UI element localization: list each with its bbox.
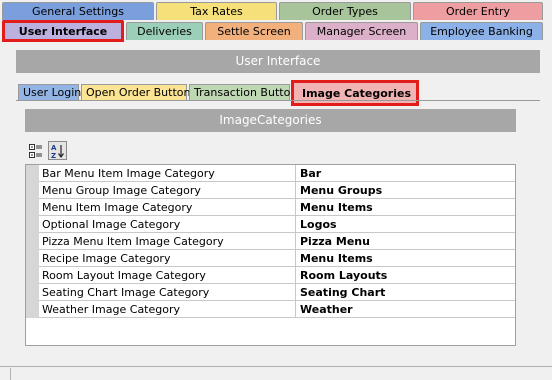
property-row[interactable]: Optional Image Category Logos [26,216,515,233]
page-title: User Interface [16,50,540,73]
property-row[interactable]: Pizza Menu Item Image Category Pizza Menu [26,233,515,250]
property-value[interactable]: Menu Items [297,199,515,216]
property-row[interactable]: Seating Chart Image Category Seating Char… [26,284,515,301]
tab-tax-rates[interactable]: Tax Rates [156,2,277,20]
property-name: Seating Chart Image Category [40,284,296,301]
row-margin [26,182,39,199]
row-margin [26,216,39,233]
property-name: Recipe Image Category [40,250,296,267]
svg-text:Z: Z [51,152,56,159]
tab-order-entry[interactable]: Order Entry [413,2,543,20]
tab-general-settings[interactable]: General Settings [2,2,154,20]
svg-text:A: A [51,144,57,152]
property-value[interactable]: Menu Groups [297,182,515,199]
property-value[interactable]: Bar [297,165,515,182]
row-margin [26,267,39,284]
property-value[interactable]: Room Layouts [297,267,515,284]
property-value[interactable]: Menu Items [297,250,515,267]
status-bar [0,366,552,367]
tab-settle-screen[interactable]: Settle Screen [205,22,303,40]
tab-order-types[interactable]: Order Types [279,2,411,20]
property-name: Menu Group Image Category [40,182,296,199]
row-margin [26,165,39,182]
property-row[interactable]: Menu Group Image Category Menu Groups [26,182,515,199]
section-title: ImageCategories [25,109,516,132]
property-row[interactable]: Menu Item Image Category Menu Items [26,199,515,216]
row-margin [26,199,39,216]
subtab-user-login[interactable]: User Login [18,84,81,101]
tab-deliveries[interactable]: Deliveries [126,22,203,40]
property-row[interactable]: Bar Menu Item Image Category Bar [26,165,515,182]
property-name: Bar Menu Item Image Category [40,165,296,182]
subtab-divider [16,100,540,101]
row-margin [26,284,39,301]
property-row[interactable]: Recipe Image Category Menu Items [26,250,515,267]
sort-az-icon[interactable]: A Z [48,141,67,160]
subtab-transaction-buttons[interactable]: Transaction Buttons [189,84,303,101]
row-margin [26,233,39,250]
tab-row-top: General Settings Tax Rates Order Types O… [0,2,552,20]
tab-employee-banking[interactable]: Employee Banking [420,22,543,40]
property-name: Menu Item Image Category [40,199,296,216]
property-value[interactable]: Seating Chart [297,284,515,301]
property-grid: Bar Menu Item Image Category Bar Menu Grou… [25,164,516,346]
subtab-open-order-buttons[interactable]: Open Order Buttons [81,84,196,101]
property-name: Weather Image Category [40,301,296,318]
tab-manager-screen[interactable]: Manager Screen [305,22,418,40]
property-value[interactable]: Logos [297,216,515,233]
property-value[interactable]: Weather [297,301,515,318]
property-row[interactable]: Weather Image Category Weather [26,301,515,318]
tab-row-bottom: User Interface Deliveries Settle Screen … [0,20,552,42]
tab-user-interface[interactable]: User Interface [2,20,124,42]
row-margin [26,250,39,267]
property-value[interactable]: Pizza Menu [297,233,515,250]
categorized-icon[interactable] [26,141,45,160]
property-name: Room Layout Image Category [40,267,296,284]
subtab-image-categories[interactable]: Image Categories [291,80,419,106]
property-name: Optional Image Category [40,216,296,233]
row-margin [26,301,39,318]
property-name: Pizza Menu Item Image Category [40,233,296,250]
property-row[interactable]: Room Layout Image Category Room Layouts [26,267,515,284]
status-bar-divider [10,368,11,380]
